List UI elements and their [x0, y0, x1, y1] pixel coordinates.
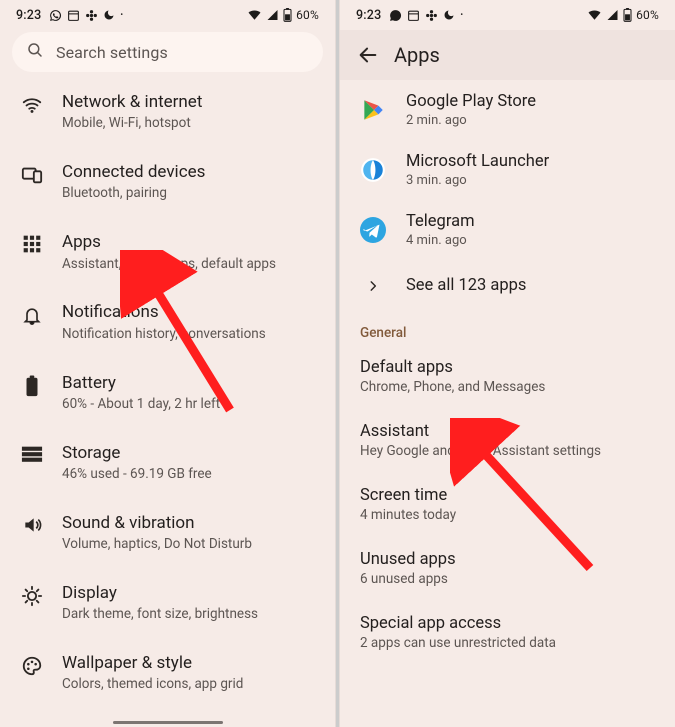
signal-icon	[606, 9, 619, 21]
app-name: Microsoft Launcher	[406, 152, 657, 171]
row-title: Screen time	[360, 486, 655, 505]
app-sub: 4 min. ago	[406, 233, 657, 248]
row-title: Default apps	[360, 358, 655, 377]
search-placeholder: Search settings	[56, 43, 168, 62]
flower-icon	[85, 9, 98, 22]
general-screen-time[interactable]: Screen time 4 minutes today	[340, 473, 675, 537]
signal-icon	[266, 9, 279, 21]
play-store-icon	[358, 95, 388, 125]
wifi-icon	[587, 9, 602, 21]
settings-item-battery[interactable]: Battery 60% - About 1 day, 2 hr left	[0, 359, 335, 429]
calendar-icon	[407, 9, 420, 22]
settings-item-display[interactable]: Display Dark theme, font size, brightnes…	[0, 569, 335, 639]
settings-item-storage[interactable]: Storage 46% used - 69.19 GB free	[0, 429, 335, 499]
app-sub: 2 min. ago	[406, 113, 657, 128]
moon-icon	[443, 9, 455, 21]
see-all-apps[interactable]: See all 123 apps	[340, 260, 675, 311]
row-sub: 46% used - 69.19 GB free	[62, 466, 317, 483]
app-name: Telegram	[406, 212, 657, 231]
app-sub: 3 min. ago	[406, 173, 657, 188]
row-sub: 6 unused apps	[360, 571, 655, 587]
row-sub: 4 minutes today	[360, 507, 655, 523]
see-all-label: See all 123 apps	[406, 276, 526, 295]
row-sub: Colors, themed icons, app grid	[62, 676, 317, 693]
settings-item-sound[interactable]: Sound & vibration Volume, haptics, Do No…	[0, 499, 335, 569]
settings-screen: 9:23 • 60%	[0, 0, 336, 727]
status-time: 9:23	[356, 8, 381, 23]
apps-header: Apps	[340, 30, 675, 80]
row-title: Assistant	[360, 422, 655, 441]
row-sub: 2 apps can use unrestricted data	[360, 635, 655, 651]
row-title: Special app access	[360, 614, 655, 633]
battery-icon	[283, 8, 292, 22]
status-bar: 9:23 • 60%	[340, 0, 675, 30]
battery-settings-icon	[18, 375, 46, 397]
app-name: Google Play Store	[406, 92, 657, 111]
ms-launcher-icon	[358, 155, 388, 185]
row-title: Wallpaper & style	[62, 653, 317, 674]
wifi-settings-icon	[18, 94, 46, 116]
status-bar: 9:23 • 60%	[0, 0, 335, 30]
general-unused-apps[interactable]: Unused apps 6 unused apps	[340, 537, 675, 601]
row-sub: Chrome, Phone, and Messages	[360, 379, 655, 395]
row-title: Apps	[62, 232, 317, 253]
battery-percent: 60%	[636, 8, 659, 22]
row-title: Battery	[62, 373, 317, 394]
row-title: Unused apps	[360, 550, 655, 569]
whatsapp-icon	[389, 9, 402, 22]
settings-item-connected-devices[interactable]: Connected devices Bluetooth, pairing	[0, 148, 335, 218]
storage-icon	[18, 445, 46, 463]
section-general-label: General	[340, 311, 675, 345]
settings-item-apps[interactable]: Apps Assistant, recent apps, default app…	[0, 218, 335, 288]
row-sub: Notification history, conversations	[62, 326, 317, 343]
row-sub: Bluetooth, pairing	[62, 185, 317, 202]
palette-icon	[18, 655, 46, 677]
apps-screen: 9:23 • 60%	[339, 0, 675, 727]
sound-icon	[18, 515, 46, 535]
devices-icon	[18, 164, 46, 186]
row-sub: Volume, haptics, Do Not Disturb	[62, 536, 317, 553]
bell-icon	[18, 304, 46, 326]
header-title: Apps	[394, 43, 440, 67]
back-button[interactable]	[352, 39, 384, 71]
search-settings[interactable]: Search settings	[12, 32, 323, 72]
calendar-icon	[67, 9, 80, 22]
row-title: Notifications	[62, 302, 317, 323]
settings-item-network[interactable]: Network & internet Mobile, Wi-Fi, hotspo…	[0, 78, 335, 148]
brightness-icon	[18, 585, 46, 607]
dot-icon: •	[460, 11, 463, 19]
flower-icon	[425, 9, 438, 22]
search-icon	[26, 41, 44, 63]
apps-icon	[18, 234, 46, 254]
settings-item-wallpaper[interactable]: Wallpaper & style Colors, themed icons, …	[0, 639, 335, 709]
general-special-access[interactable]: Special app access 2 apps can use unrest…	[340, 601, 675, 665]
dot-icon: •	[120, 11, 123, 19]
telegram-icon	[358, 215, 388, 245]
app-row-play-store[interactable]: Google Play Store 2 min. ago	[340, 80, 675, 140]
row-sub: Dark theme, font size, brightness	[62, 606, 317, 623]
row-sub: Mobile, Wi-Fi, hotspot	[62, 115, 317, 132]
wifi-icon	[247, 9, 262, 21]
general-default-apps[interactable]: Default apps Chrome, Phone, and Messages	[340, 345, 675, 409]
status-time: 9:23	[16, 8, 41, 23]
row-sub: Hey Google and other Assistant settings	[360, 443, 655, 459]
app-row-ms-launcher[interactable]: Microsoft Launcher 3 min. ago	[340, 140, 675, 200]
row-title: Sound & vibration	[62, 513, 317, 534]
battery-percent: 60%	[296, 8, 319, 22]
whatsapp-icon	[49, 9, 62, 22]
row-title: Storage	[62, 443, 317, 464]
app-row-telegram[interactable]: Telegram 4 min. ago	[340, 200, 675, 260]
settings-item-notifications[interactable]: Notifications Notification history, conv…	[0, 288, 335, 358]
row-title: Display	[62, 583, 317, 604]
nav-indicator	[113, 721, 223, 724]
general-assistant[interactable]: Assistant Hey Google and other Assistant…	[340, 409, 675, 473]
moon-icon	[103, 9, 115, 21]
row-title: Network & internet	[62, 92, 317, 113]
battery-icon	[623, 8, 632, 22]
row-title: Connected devices	[62, 162, 317, 183]
row-sub: Assistant, recent apps, default apps	[62, 256, 317, 273]
chevron-right-icon	[358, 279, 388, 293]
row-sub: 60% - About 1 day, 2 hr left	[62, 396, 317, 413]
